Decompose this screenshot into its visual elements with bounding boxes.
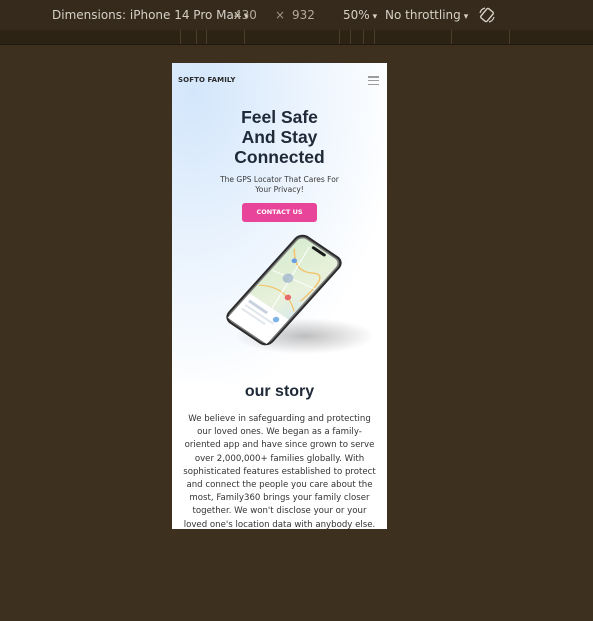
width-input[interactable]: 430 bbox=[234, 8, 257, 22]
throttling-label: No throttling bbox=[385, 8, 461, 22]
chevron-down-icon: ▾ bbox=[372, 12, 378, 22]
phone-mockup-image bbox=[197, 228, 375, 363]
hero-subheading: The GPS Locator That Cares For Your Priv… bbox=[220, 175, 339, 194]
headline-line: Feel Safe bbox=[241, 107, 318, 127]
throttling-dropdown[interactable]: No throttling ▾ bbox=[385, 8, 468, 22]
device-dimensions-label: Dimensions: iPhone 14 Pro Max bbox=[52, 8, 241, 22]
rotate-icon[interactable] bbox=[478, 6, 496, 24]
height-input[interactable]: 932 bbox=[292, 8, 315, 22]
hamburger-icon[interactable] bbox=[368, 76, 379, 86]
story-title: our story bbox=[244, 383, 315, 400]
device-dimensions-dropdown[interactable]: Dimensions: iPhone 14 Pro Max ▾ bbox=[52, 8, 249, 22]
story-paragraph: We believe in safeguarding and protectin… bbox=[183, 414, 376, 529]
times-separator: × bbox=[275, 8, 286, 22]
chevron-down-icon: ▾ bbox=[463, 12, 469, 22]
hero-headline: Feel Safe And Stay Connected bbox=[172, 107, 387, 167]
brand-logo[interactable]: SOFTO FAMILY bbox=[178, 76, 236, 84]
mobile-viewport: SOFTO FAMILY Feel Safe And Stay Connecte… bbox=[172, 63, 387, 529]
media-query-bar[interactable] bbox=[0, 30, 593, 45]
device-toolbar: Dimensions: iPhone 14 Pro Max ▾ 430 × 932… bbox=[0, 0, 593, 31]
contact-us-button[interactable]: CONTACT US bbox=[242, 203, 317, 222]
headline-line: And Stay bbox=[241, 127, 318, 147]
headline-line: Connected bbox=[234, 147, 325, 167]
navbar: SOFTO FAMILY bbox=[172, 63, 387, 99]
zoom-label: 50% bbox=[343, 8, 370, 22]
zoom-dropdown[interactable]: 50% ▾ bbox=[343, 8, 377, 22]
